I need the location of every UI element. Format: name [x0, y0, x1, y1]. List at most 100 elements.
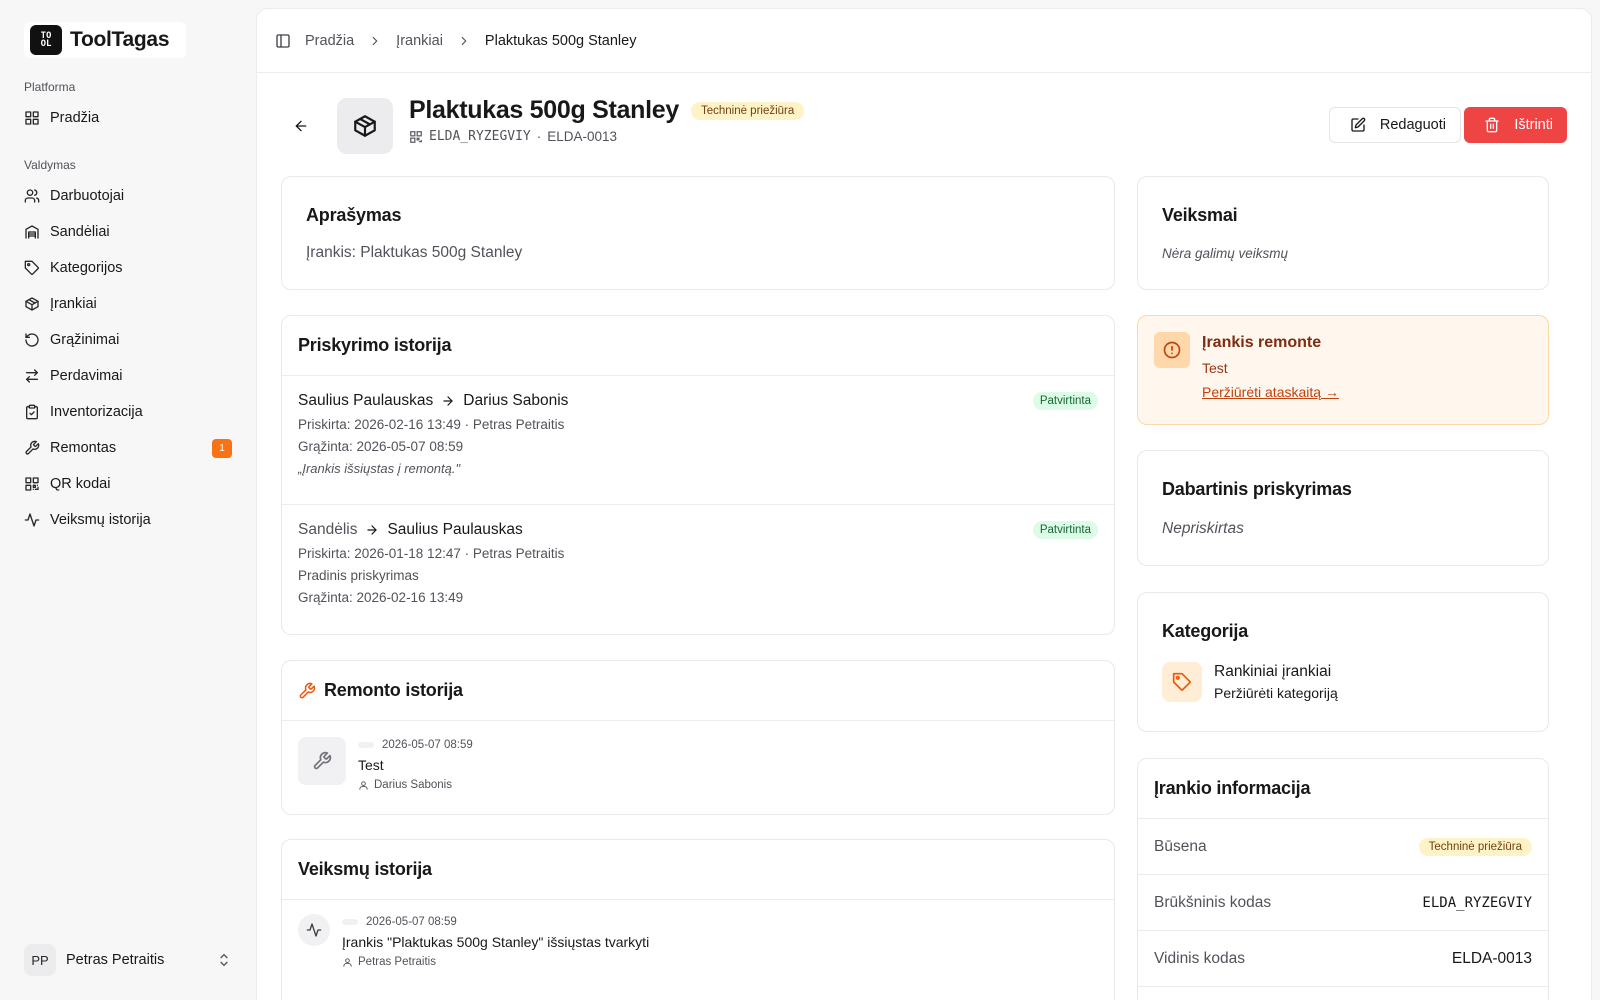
chevron-right-icon: [457, 34, 471, 48]
assignment-note: Pradinis priskyrimas: [298, 568, 419, 583]
status-badge: Techninė priežiūra: [690, 101, 805, 120]
assignment-note: „Įrankis išsiųstas į remontą.": [298, 461, 461, 476]
activity-icon: [24, 513, 40, 527]
sidebar-item-remontas[interactable]: Remontas 1: [16, 430, 240, 466]
alert-text: Test: [1202, 360, 1228, 376]
repair-title: Test: [358, 757, 384, 773]
assignment-to: Saulius Paulauskas: [387, 521, 523, 538]
activity-icon: [298, 914, 330, 946]
package-icon: [25, 297, 39, 311]
info-label: Brūkšninis kodas: [1154, 893, 1272, 911]
sidebar-item-label: Pradžia: [50, 110, 100, 126]
assignment-from: Sandėlis: [298, 521, 358, 538]
sidebar-item-kategorijos[interactable]: Kategorijos: [16, 250, 240, 286]
info-value: ELDA-0013: [1451, 949, 1532, 967]
sidebar-item-qr-kodai[interactable]: QR kodai: [16, 466, 240, 502]
breadcrumb-tools[interactable]: Įrankiai: [396, 33, 443, 49]
sidebar-item-label: QR kodai: [50, 476, 111, 492]
card-title: Dabartinis priskyrimas: [1162, 479, 1352, 499]
current-assignment-card: Dabartinis priskyrimas Nepriskirtas: [1137, 450, 1549, 566]
current-assignment-value: Nepriskirtas: [1162, 520, 1244, 537]
sidebar-item-label: Įrankiai: [50, 296, 97, 312]
view-report-link[interactable]: Peržiūrėti ataskaitą →: [1202, 384, 1339, 400]
app-logo[interactable]: TO OL ToolTagas: [24, 22, 186, 58]
sidebar-toggle-icon[interactable]: [275, 33, 291, 49]
clipboard-check-icon: [26, 404, 38, 420]
chevrons-up-down-icon: [220, 953, 228, 967]
repair-user: Darius Sabonis: [374, 779, 452, 791]
tag-icon: [24, 260, 40, 276]
status-badge: Patvirtinta: [1032, 392, 1098, 410]
sidebar-item-pradzia[interactable]: Pradžia: [16, 100, 240, 136]
separator-dot: ·: [536, 129, 542, 144]
card-title: Veiksmų istorija: [298, 859, 432, 879]
category-link[interactable]: Rankiniai įrankiai Peržiūrėti kategoriją: [1162, 662, 1524, 702]
assignment-returned: Grąžinta: 2026-05-07 08:59: [298, 439, 464, 454]
repair-history-item[interactable]: 2026-05-07 08:59 Test Darius Sabonis: [282, 721, 1114, 807]
breadcrumb-current: Plaktukas 500g Stanley: [484, 32, 637, 49]
description-card: Aprašymas Įrankis: Plaktukas 500g Stanle…: [281, 176, 1115, 290]
sidebar-item-sandeliai[interactable]: Sandėliai: [16, 214, 240, 250]
nav-group-label: Platforma: [24, 80, 76, 94]
wrench-icon: [299, 682, 316, 698]
repair-date: 2026-05-07 08:59: [382, 739, 473, 751]
app-name: ToolTagas: [70, 28, 170, 51]
activity-item: 2026-05-07 08:59 Įrankis "Plaktukas 500g…: [282, 900, 1114, 984]
arrow-left-icon: [295, 120, 307, 132]
repair-alert: Įrankis remonte Test Peržiūrėti ataskait…: [1137, 315, 1549, 425]
assignment-row: Saulius Paulauskas Darius Sabonis Priski…: [282, 376, 1114, 505]
sidebar-item-perdavimai[interactable]: Perdavimai: [16, 358, 240, 394]
sidebar-item-darbuotojai[interactable]: Darbuotojai: [16, 178, 240, 214]
back-button[interactable]: [289, 114, 313, 138]
edit-button[interactable]: Redaguoti: [1328, 107, 1461, 143]
delete-button[interactable]: Ištrinti: [1464, 107, 1567, 143]
info-value: ELDA_RYZEGVIY: [1422, 894, 1532, 911]
info-row-internal-code: Vidinis kodas ELDA-0013: [1138, 931, 1548, 987]
view-category-link[interactable]: Peržiūrėti kategoriją: [1214, 685, 1338, 701]
category-card: Kategorija Rankiniai įrankiai Peržiūrėti…: [1137, 592, 1549, 732]
warehouse-icon: [25, 225, 39, 239]
barcode-text: ELDA_RYZEGVIY: [429, 129, 531, 144]
main-panel: Pradžia Įrankiai Plaktukas 500g Stanley …: [256, 8, 1592, 1000]
user-menu[interactable]: PP Petras Petraitis: [16, 940, 240, 980]
sidebar-item-irankiai[interactable]: Įrankiai: [16, 286, 240, 322]
card-title: Priskyrimo istorija: [298, 335, 452, 355]
avatar: PP: [24, 944, 56, 976]
sidebar-item-grazinimai[interactable]: Grąžinimai: [16, 322, 240, 358]
nav-group-label: Valdymas: [24, 158, 76, 172]
assignment-returned: Grąžinta: 2026-02-16 13:49: [298, 590, 464, 605]
package-icon: [337, 98, 393, 154]
activity-history-card: Veiksmų istorija 2026-05-07 08:59 Įranki…: [281, 839, 1115, 1000]
actions-card: Veiksmai Nėra galimų veiksmų: [1137, 176, 1549, 290]
edit-icon: [1351, 117, 1366, 132]
assignment-to: Darius Sabonis: [463, 392, 569, 409]
category-name: Rankiniai įrankiai: [1214, 663, 1332, 680]
user-icon: [359, 780, 368, 790]
breadcrumb-home[interactable]: Pradžia: [305, 33, 354, 49]
logo-mark-icon: TO OL: [30, 25, 62, 55]
sidebar-item-label: Remontas: [50, 440, 117, 456]
assignment-row: Sandėlis Saulius Paulauskas Priskirta: 2…: [282, 505, 1114, 605]
sidebar-item-inventorizacija[interactable]: Inventorizacija: [16, 394, 240, 430]
activity-date: 2026-05-07 08:59: [366, 916, 457, 928]
sidebar-item-label: Kategorijos: [50, 260, 123, 276]
user-icon: [343, 957, 352, 967]
assignment-from: Saulius Paulauskas: [298, 392, 434, 409]
sidebar: TO OL ToolTagas Platforma Pradžia Valdyma…: [0, 0, 256, 1000]
status-badge: Techninė priežiūra: [1418, 837, 1532, 856]
internal-code-text: ELDA-0013: [547, 129, 618, 144]
arrow-right-icon: [367, 525, 378, 535]
sidebar-item-veiksmu-istorija[interactable]: Veiksmų istorija: [16, 502, 240, 538]
tool-info-card: Įrankio informacija Būsena Techninė prie…: [1137, 758, 1549, 1000]
info-label: Vidinis kodas: [1154, 949, 1246, 967]
page-title: Plaktukas 500g Stanley: [409, 96, 679, 124]
card-title: Aprašymas: [306, 205, 402, 225]
qr-code-icon: [25, 477, 39, 491]
sidebar-item-label: Darbuotojai: [50, 188, 125, 204]
sidebar-item-label: Grąžinimai: [50, 332, 120, 348]
description-text: Įrankis: Plaktukas 500g Stanley: [306, 244, 523, 261]
wrench-icon: [25, 440, 40, 455]
arrows-swap-icon: [26, 369, 38, 383]
activity-title: Įrankis "Plaktukas 500g Stanley" išsiųst…: [342, 934, 650, 950]
activity-user: Petras Petraitis: [358, 956, 436, 968]
